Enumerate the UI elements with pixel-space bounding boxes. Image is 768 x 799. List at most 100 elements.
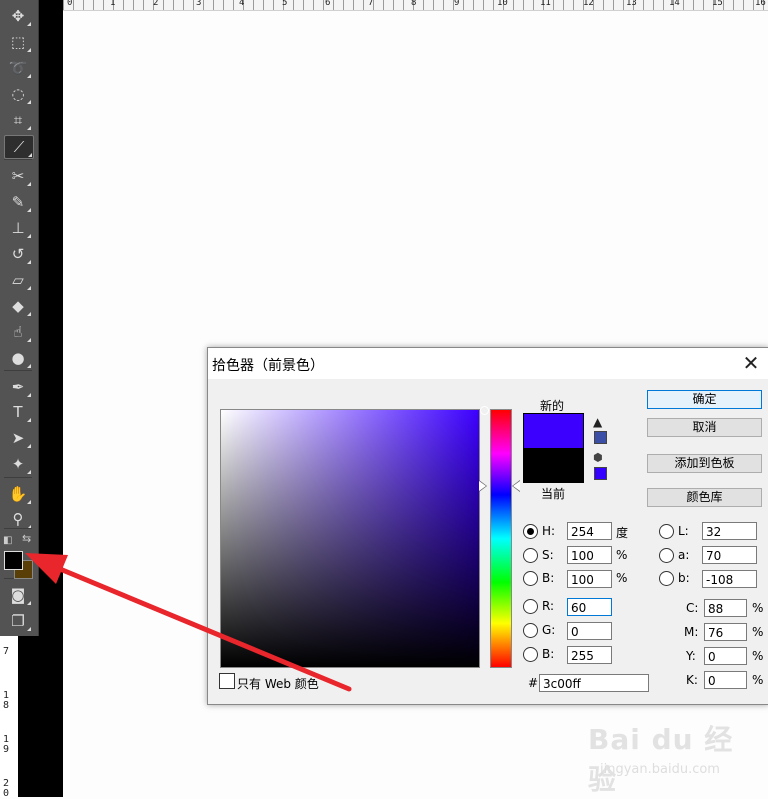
saturation-radio[interactable]: [523, 548, 538, 563]
ruler-label: 7: [3, 646, 10, 657]
green-field[interactable]: 0: [567, 622, 612, 640]
quick-mask-icon[interactable]: ◙: [4, 584, 32, 606]
ruler-label: 0: [67, 0, 73, 8]
hue-field[interactable]: 254: [567, 522, 612, 540]
default-colors-icon[interactable]: ◧: [3, 535, 12, 546]
eyedropper-icon[interactable]: ⟋: [4, 135, 34, 159]
lab-b-radio[interactable]: [659, 571, 674, 586]
lasso-icon[interactable]: ➰: [4, 57, 32, 79]
brightness-unit: %: [616, 571, 628, 585]
green-label: G:: [542, 623, 556, 637]
ruler-label: 3: [196, 0, 202, 8]
ruler-label: 5: [282, 0, 288, 8]
web-safe-swatch[interactable]: [594, 467, 607, 480]
quick-select-icon[interactable]: ◌: [4, 83, 32, 105]
close-icon[interactable]: ✕: [740, 351, 762, 375]
brightness-radio[interactable]: [523, 571, 538, 586]
gamut-correction-swatch[interactable]: [594, 431, 607, 444]
lab-l-label: L:: [678, 524, 689, 538]
eraser-icon[interactable]: ▱: [4, 269, 32, 291]
yellow-label: Y:: [686, 649, 696, 663]
green-radio[interactable]: [523, 623, 538, 638]
red-field[interactable]: 60: [567, 598, 612, 616]
lab-l-radio[interactable]: [659, 524, 674, 539]
lab-a-radio[interactable]: [659, 548, 674, 563]
watermark-logo: Bai du 经验: [588, 723, 734, 796]
hue-radio[interactable]: [523, 524, 538, 539]
ruler-label: 1 9: [3, 734, 10, 755]
tool-group-indicator: [27, 282, 31, 290]
saturation-brightness-field[interactable]: [220, 406, 489, 668]
hue-slider-left-arrow-fill: [479, 481, 486, 491]
ruler-label: 11: [540, 0, 551, 8]
paint-bucket-icon[interactable]: ◆: [4, 295, 32, 317]
zoom-icon[interactable]: ⚲: [4, 508, 32, 530]
brightness-label: B:: [542, 571, 555, 585]
tool-group-indicator: [27, 230, 31, 238]
ruler-label: 2 0: [3, 778, 10, 799]
saturation-label: S:: [542, 548, 554, 562]
ruler-label: 13: [626, 0, 637, 8]
history-brush-icon[interactable]: ↺: [4, 243, 32, 265]
hue-slider[interactable]: [490, 409, 512, 668]
hand-icon[interactable]: ✋: [4, 483, 32, 505]
pen-icon[interactable]: ✒: [4, 376, 32, 398]
path-select-icon[interactable]: ➤: [4, 427, 32, 449]
tool-group-indicator: [27, 308, 31, 316]
marquee-icon[interactable]: ⬚: [4, 31, 32, 53]
tool-group-indicator: [27, 440, 31, 448]
toolbar-divider: [4, 528, 32, 529]
color-libraries-button[interactable]: 颜色库: [647, 488, 762, 507]
tool-group-indicator: [27, 623, 31, 631]
yellow-field[interactable]: 0: [704, 647, 747, 665]
lab-l-field[interactable]: 32: [702, 522, 757, 540]
current-color-swatch[interactable]: [523, 448, 584, 483]
move-icon[interactable]: ✥: [4, 5, 32, 27]
color-picker-dialog: 拾色器（前景色） ✕ 新的 当前 ▲ ⬢ 确定 取消 添加到色板 颜色库 H: …: [207, 347, 768, 705]
tool-group-indicator: [27, 70, 31, 78]
watermark: Bai du 经验 jingyan.baidu.com: [588, 718, 758, 796]
ruler-label: 9: [454, 0, 460, 8]
magenta-field[interactable]: 76: [704, 623, 747, 641]
web-colors-only-checkbox[interactable]: [219, 673, 235, 689]
brightness-field[interactable]: 100: [567, 570, 612, 588]
add-to-swatches-button[interactable]: 添加到色板: [647, 454, 762, 473]
ruler-label: 7: [368, 0, 374, 8]
blue-field[interactable]: 255: [567, 646, 612, 664]
cyan-label: C:: [686, 601, 699, 615]
black-field[interactable]: 0: [704, 671, 747, 689]
ok-button[interactable]: 确定: [647, 390, 762, 409]
lab-a-field[interactable]: 70: [702, 546, 757, 564]
shape-icon[interactable]: ✦: [4, 453, 32, 475]
cancel-button[interactable]: 取消: [647, 418, 762, 437]
out-of-gamut-warning-icon[interactable]: ▲: [593, 415, 602, 429]
crop-icon[interactable]: ⌗: [4, 109, 32, 131]
tool-group-indicator: [27, 204, 31, 212]
screen-mode-icon[interactable]: ❐: [4, 610, 32, 632]
blue-radio[interactable]: [523, 647, 538, 662]
foreground-color-swatch[interactable]: [4, 551, 23, 570]
healing-icon[interactable]: ✂: [4, 165, 32, 187]
swap-colors-icon[interactable]: ⇆: [22, 532, 31, 545]
type-icon[interactable]: T: [4, 401, 32, 423]
hex-label: #: [528, 676, 539, 690]
hue-slider-right-arrow-fill: [513, 481, 520, 491]
red-radio[interactable]: [523, 599, 538, 614]
saturation-unit: %: [616, 548, 628, 562]
color-field-marker[interactable]: [480, 406, 489, 415]
web-safe-cube-icon[interactable]: ⬢: [593, 451, 603, 464]
tool-group-indicator: [27, 18, 31, 26]
brush-icon[interactable]: ✎: [4, 191, 32, 213]
dodge-icon[interactable]: ●: [4, 347, 32, 369]
hue-label: H:: [542, 524, 556, 538]
stamp-icon[interactable]: ⊥: [4, 217, 32, 239]
lab-b-field[interactable]: -108: [702, 570, 757, 588]
smudge-icon[interactable]: ☝: [4, 321, 32, 343]
saturation-field[interactable]: 100: [567, 546, 612, 564]
tool-group-indicator: [27, 466, 31, 474]
tool-group-indicator: [27, 122, 31, 130]
tool-group-indicator: [27, 414, 31, 422]
hex-field[interactable]: 3c00ff: [539, 674, 649, 692]
cyan-field[interactable]: 88: [704, 599, 747, 617]
black-unit: %: [752, 673, 764, 687]
